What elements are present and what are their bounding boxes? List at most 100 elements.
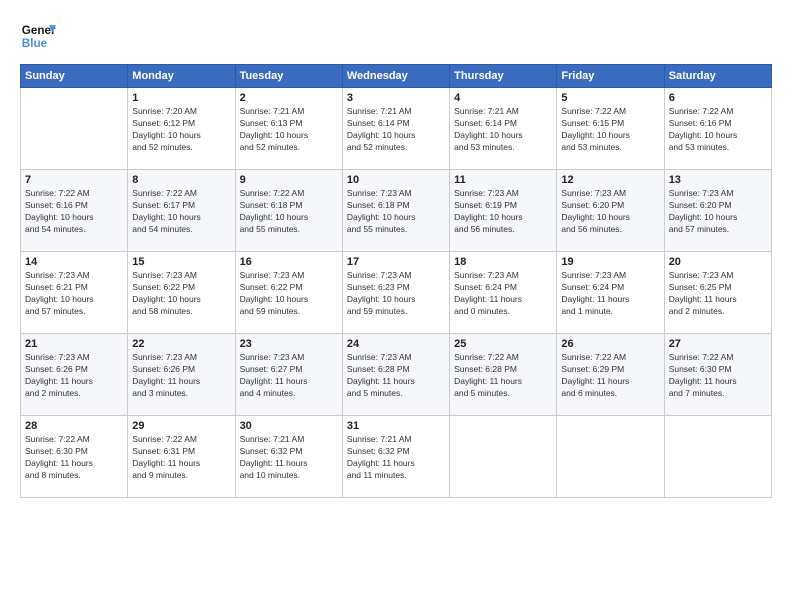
day-number: 29 (132, 420, 230, 432)
day-info: Sunrise: 7:22 AM Sunset: 6:28 PM Dayligh… (454, 352, 552, 400)
day-cell: 19 Sunrise: 7:23 AM Sunset: 6:24 PM Dayli… (557, 252, 664, 334)
day-cell: 26Sunrise: 7:22 AM Sunset: 6:29 PM Dayli… (557, 334, 664, 416)
week-row-5: 28Sunrise: 7:22 AM Sunset: 6:30 PM Dayli… (21, 416, 772, 498)
day-cell: 9 Sunrise: 7:22 AM Sunset: 6:18 PM Daylig… (235, 170, 342, 252)
day-info: Sunrise: 7:22 AM Sunset: 6:31 PM Dayligh… (132, 434, 230, 482)
day-number: 7 (25, 174, 123, 186)
day-cell: 24Sunrise: 7:23 AM Sunset: 6:28 PM Dayli… (342, 334, 449, 416)
day-info: Sunrise: 7:21 AM Sunset: 6:14 PM Dayligh… (454, 106, 552, 154)
day-cell: 23Sunrise: 7:23 AM Sunset: 6:27 PM Dayli… (235, 334, 342, 416)
day-cell: 29 Sunrise: 7:22 AM Sunset: 6:31 PM Dayli… (128, 416, 235, 498)
week-row-2: 7 Sunrise: 7:22 AM Sunset: 6:16 PM Daylig… (21, 170, 772, 252)
day-cell: 27 Sunrise: 7:22 AM Sunset: 6:30 PM Dayli… (664, 334, 771, 416)
day-cell: 28Sunrise: 7:22 AM Sunset: 6:30 PM Dayli… (21, 416, 128, 498)
day-info: Sunrise: 7:23 AM Sunset: 6:24 PM Dayligh… (454, 270, 552, 318)
calendar-header-row: SundayMondayTuesdayWednesdayThursdayFrid… (21, 65, 772, 88)
day-cell: 10 Sunrise: 7:23 AM Sunset: 6:18 PM Dayli… (342, 170, 449, 252)
col-header-monday: Monday (128, 65, 235, 88)
day-info: Sunrise: 7:23 AM Sunset: 6:21 PM Dayligh… (25, 270, 123, 318)
day-number: 28 (25, 420, 123, 432)
day-cell: 16 Sunrise: 7:23 AM Sunset: 6:22 PM Dayli… (235, 252, 342, 334)
day-info: Sunrise: 7:23 AM Sunset: 6:23 PM Dayligh… (347, 270, 445, 318)
day-cell (21, 88, 128, 170)
logo: General Blue (20, 18, 56, 54)
day-number: 3 (347, 92, 445, 104)
day-info: Sunrise: 7:21 AM Sunset: 6:13 PM Dayligh… (240, 106, 338, 154)
day-cell: 21 Sunrise: 7:23 AM Sunset: 6:26 PM Dayli… (21, 334, 128, 416)
day-number: 15 (132, 256, 230, 268)
day-info: Sunrise: 7:22 AM Sunset: 6:18 PM Dayligh… (240, 188, 338, 236)
svg-text:Blue: Blue (22, 37, 48, 50)
day-cell: 17 Sunrise: 7:23 AM Sunset: 6:23 PM Dayli… (342, 252, 449, 334)
day-cell: 22 Sunrise: 7:23 AM Sunset: 6:26 PM Dayli… (128, 334, 235, 416)
day-cell: 14 Sunrise: 7:23 AM Sunset: 6:21 PM Dayli… (21, 252, 128, 334)
day-cell: 20 Sunrise: 7:23 AM Sunset: 6:25 PM Dayli… (664, 252, 771, 334)
day-number: 25 (454, 338, 552, 350)
day-cell (664, 416, 771, 498)
day-cell: 1 Sunrise: 7:20 AM Sunset: 6:12 PM Daylig… (128, 88, 235, 170)
day-info: Sunrise: 7:22 AM Sunset: 6:30 PM Dayligh… (669, 352, 767, 400)
day-cell: 11 Sunrise: 7:23 AM Sunset: 6:19 PM Dayli… (450, 170, 557, 252)
day-number: 18 (454, 256, 552, 268)
day-info: Sunrise: 7:23 AM Sunset: 6:28 PM Dayligh… (347, 352, 445, 400)
day-info: Sunrise: 7:23 AM Sunset: 6:22 PM Dayligh… (132, 270, 230, 318)
day-number: 1 (132, 92, 230, 104)
day-number: 14 (25, 256, 123, 268)
day-info: Sunrise: 7:23 AM Sunset: 6:18 PM Dayligh… (347, 188, 445, 236)
day-info: Sunrise: 7:22 AM Sunset: 6:16 PM Dayligh… (669, 106, 767, 154)
week-row-3: 14 Sunrise: 7:23 AM Sunset: 6:21 PM Dayli… (21, 252, 772, 334)
day-cell (450, 416, 557, 498)
day-number: 17 (347, 256, 445, 268)
day-cell: 18 Sunrise: 7:23 AM Sunset: 6:24 PM Dayli… (450, 252, 557, 334)
day-info: Sunrise: 7:23 AM Sunset: 6:26 PM Dayligh… (132, 352, 230, 400)
day-number: 10 (347, 174, 445, 186)
day-cell: 25 Sunrise: 7:22 AM Sunset: 6:28 PM Dayli… (450, 334, 557, 416)
day-number: 13 (669, 174, 767, 186)
day-number: 16 (240, 256, 338, 268)
day-cell (557, 416, 664, 498)
week-row-1: 1 Sunrise: 7:20 AM Sunset: 6:12 PM Daylig… (21, 88, 772, 170)
day-info: Sunrise: 7:23 AM Sunset: 6:24 PM Dayligh… (561, 270, 659, 318)
week-row-4: 21 Sunrise: 7:23 AM Sunset: 6:26 PM Dayli… (21, 334, 772, 416)
day-info: Sunrise: 7:23 AM Sunset: 6:19 PM Dayligh… (454, 188, 552, 236)
day-info: Sunrise: 7:23 AM Sunset: 6:22 PM Dayligh… (240, 270, 338, 318)
day-info: Sunrise: 7:22 AM Sunset: 6:16 PM Dayligh… (25, 188, 123, 236)
day-number: 4 (454, 92, 552, 104)
day-cell: 31 Sunrise: 7:21 AM Sunset: 6:32 PM Dayli… (342, 416, 449, 498)
day-info: Sunrise: 7:23 AM Sunset: 6:25 PM Dayligh… (669, 270, 767, 318)
day-number: 21 (25, 338, 123, 350)
page-header: General Blue (20, 18, 772, 54)
day-cell: 3 Sunrise: 7:21 AM Sunset: 6:14 PM Daylig… (342, 88, 449, 170)
day-number: 19 (561, 256, 659, 268)
day-cell: 15 Sunrise: 7:23 AM Sunset: 6:22 PM Dayli… (128, 252, 235, 334)
day-info: Sunrise: 7:22 AM Sunset: 6:15 PM Dayligh… (561, 106, 659, 154)
day-number: 20 (669, 256, 767, 268)
day-info: Sunrise: 7:23 AM Sunset: 6:26 PM Dayligh… (25, 352, 123, 400)
day-number: 5 (561, 92, 659, 104)
day-info: Sunrise: 7:21 AM Sunset: 6:32 PM Dayligh… (347, 434, 445, 482)
day-cell: 6Sunrise: 7:22 AM Sunset: 6:16 PM Daylig… (664, 88, 771, 170)
day-cell: 13 Sunrise: 7:23 AM Sunset: 6:20 PM Dayli… (664, 170, 771, 252)
day-info: Sunrise: 7:23 AM Sunset: 6:27 PM Dayligh… (240, 352, 338, 400)
day-number: 9 (240, 174, 338, 186)
col-header-sunday: Sunday (21, 65, 128, 88)
day-info: Sunrise: 7:23 AM Sunset: 6:20 PM Dayligh… (669, 188, 767, 236)
day-info: Sunrise: 7:20 AM Sunset: 6:12 PM Dayligh… (132, 106, 230, 154)
day-number: 31 (347, 420, 445, 432)
day-number: 27 (669, 338, 767, 350)
day-number: 8 (132, 174, 230, 186)
day-number: 11 (454, 174, 552, 186)
logo-icon: General Blue (20, 18, 56, 54)
day-number: 22 (132, 338, 230, 350)
day-cell: 7 Sunrise: 7:22 AM Sunset: 6:16 PM Daylig… (21, 170, 128, 252)
day-cell: 4 Sunrise: 7:21 AM Sunset: 6:14 PM Daylig… (450, 88, 557, 170)
calendar-table: SundayMondayTuesdayWednesdayThursdayFrid… (20, 64, 772, 498)
day-info: Sunrise: 7:21 AM Sunset: 6:14 PM Dayligh… (347, 106, 445, 154)
day-cell: 30Sunrise: 7:21 AM Sunset: 6:32 PM Dayli… (235, 416, 342, 498)
col-header-tuesday: Tuesday (235, 65, 342, 88)
day-info: Sunrise: 7:21 AM Sunset: 6:32 PM Dayligh… (240, 434, 338, 482)
col-header-saturday: Saturday (664, 65, 771, 88)
day-cell: 2Sunrise: 7:21 AM Sunset: 6:13 PM Daylig… (235, 88, 342, 170)
day-info: Sunrise: 7:23 AM Sunset: 6:20 PM Dayligh… (561, 188, 659, 236)
day-info: Sunrise: 7:22 AM Sunset: 6:17 PM Dayligh… (132, 188, 230, 236)
